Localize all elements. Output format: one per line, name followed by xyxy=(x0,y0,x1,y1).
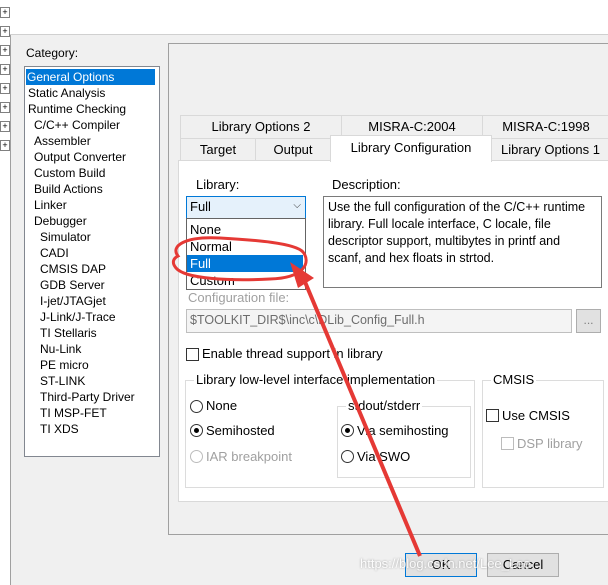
watermark: https://blog.csdn.net/Lee_Lee xyxy=(360,556,531,571)
annotation-arrow-line xyxy=(298,269,422,557)
tab-library-configuration[interactable]: Library Configuration xyxy=(330,135,492,162)
annotation-overlay xyxy=(171,236,422,557)
highlight-circle xyxy=(171,236,308,282)
